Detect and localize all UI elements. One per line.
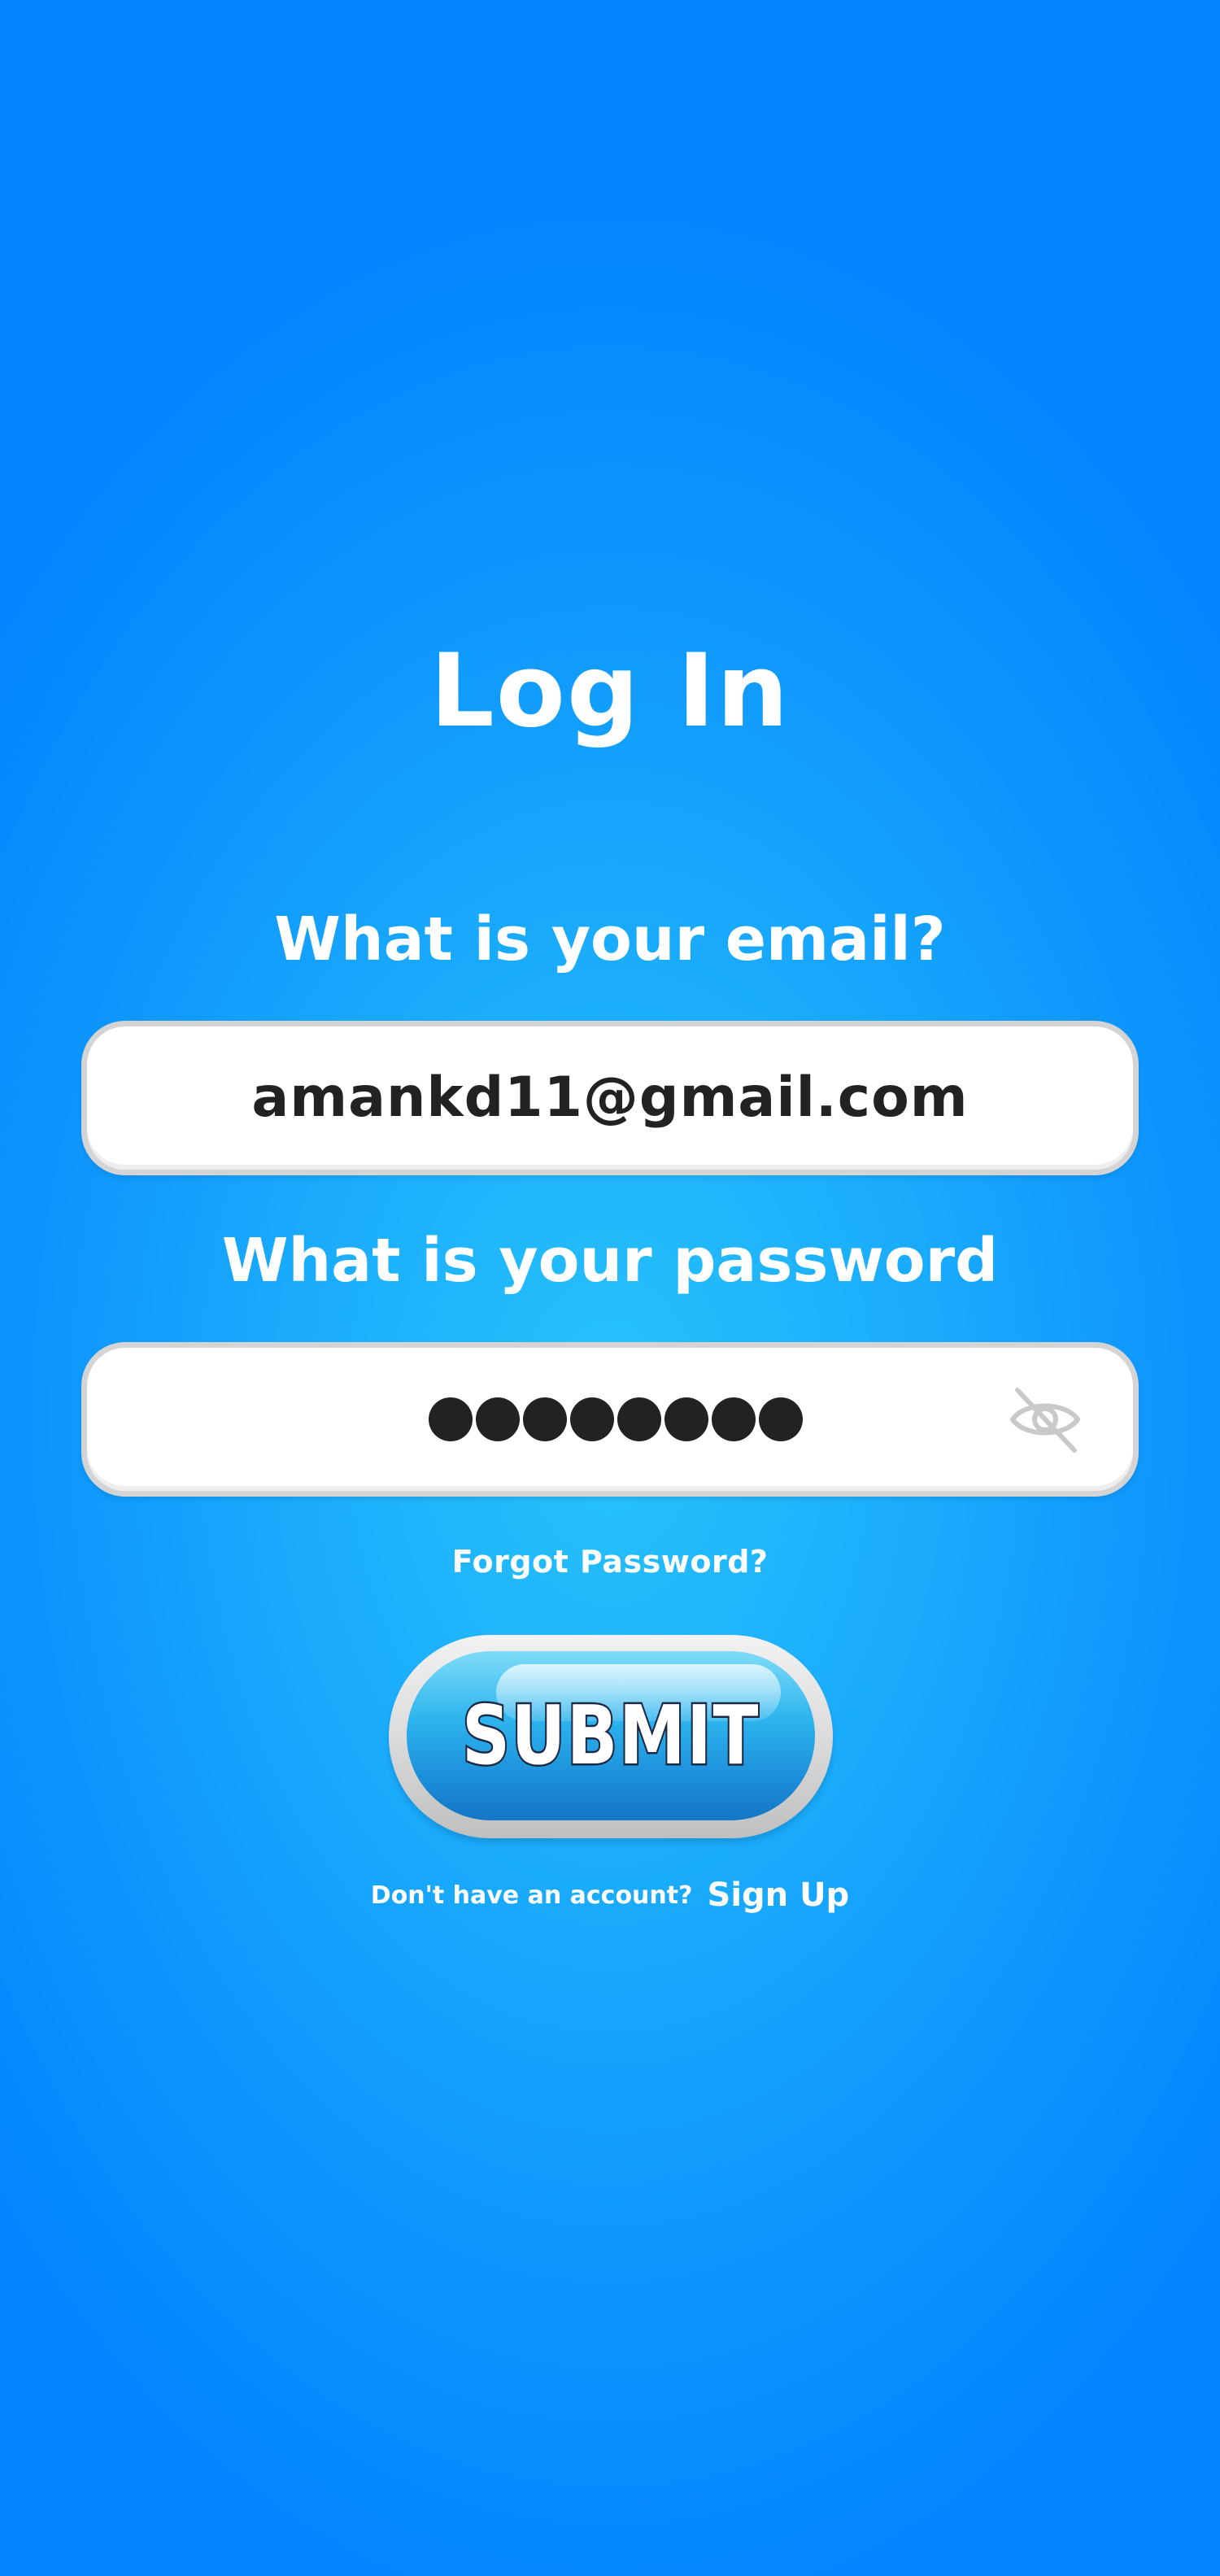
- password-dot: [712, 1397, 756, 1441]
- password-label: What is your password: [221, 1226, 999, 1296]
- submit-button[interactable]: SUBMIT: [389, 1635, 833, 1838]
- password-masked-value[interactable]: [250, 1348, 982, 1491]
- password-dot: [570, 1397, 614, 1441]
- forgot-password-row: Forgot Password?: [0, 1533, 1220, 1590]
- password-dot: [429, 1397, 473, 1441]
- email-label: What is your email?: [274, 904, 946, 974]
- email-value[interactable]: amankd11@gmail.com: [87, 1026, 1133, 1170]
- submit-label[interactable]: SUBMIT: [443, 1651, 778, 1820]
- password-dot: [664, 1397, 708, 1441]
- submit-button-face[interactable]: SUBMIT: [407, 1651, 815, 1820]
- eye-off-icon[interactable]: [1004, 1379, 1086, 1460]
- password-field[interactable]: [81, 1342, 1139, 1497]
- password-dot: [617, 1397, 661, 1441]
- sign-up-link[interactable]: Sign Up: [708, 1876, 850, 1914]
- no-account-text: Don't have an account?: [370, 1881, 693, 1910]
- password-dot: [523, 1397, 567, 1441]
- page-title: Log In: [429, 633, 791, 750]
- forgot-password-link[interactable]: Forgot Password?: [452, 1544, 769, 1580]
- signup-row: Don't have an account? Sign Up: [0, 1867, 1220, 1924]
- password-dot: [759, 1397, 803, 1441]
- email-field[interactable]: amankd11@gmail.com: [81, 1021, 1139, 1175]
- password-dot: [476, 1397, 520, 1441]
